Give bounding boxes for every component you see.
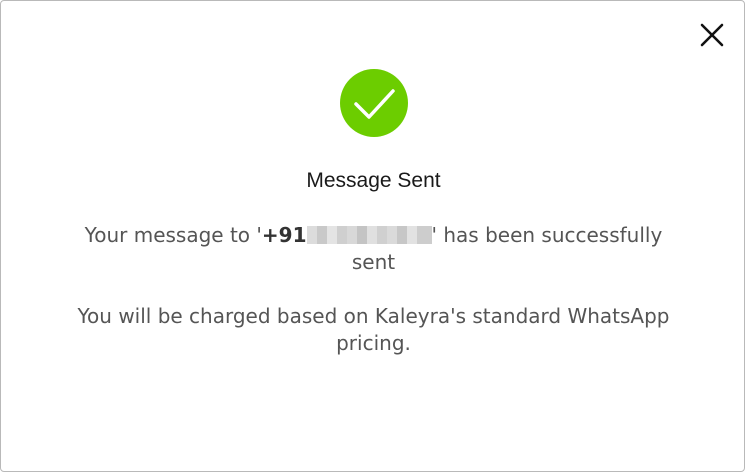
message-sent-dialog: Message Sent Your message to '+91 ' has b… [0, 0, 745, 472]
check-circle-icon [340, 69, 408, 137]
close-icon [700, 23, 724, 47]
phone-number: +91 [262, 223, 432, 247]
close-button[interactable] [699, 22, 725, 48]
sent-message-text: Your message to '+91 ' has been successfu… [73, 222, 674, 276]
message-prefix: Your message to ' [84, 223, 262, 247]
dialog-title: Message Sent [306, 169, 441, 192]
phone-prefix: +91 [261, 223, 307, 247]
redacted-phone-digits [306, 226, 432, 244]
charge-note: You will be charged based on Kaleyra's s… [77, 304, 670, 355]
